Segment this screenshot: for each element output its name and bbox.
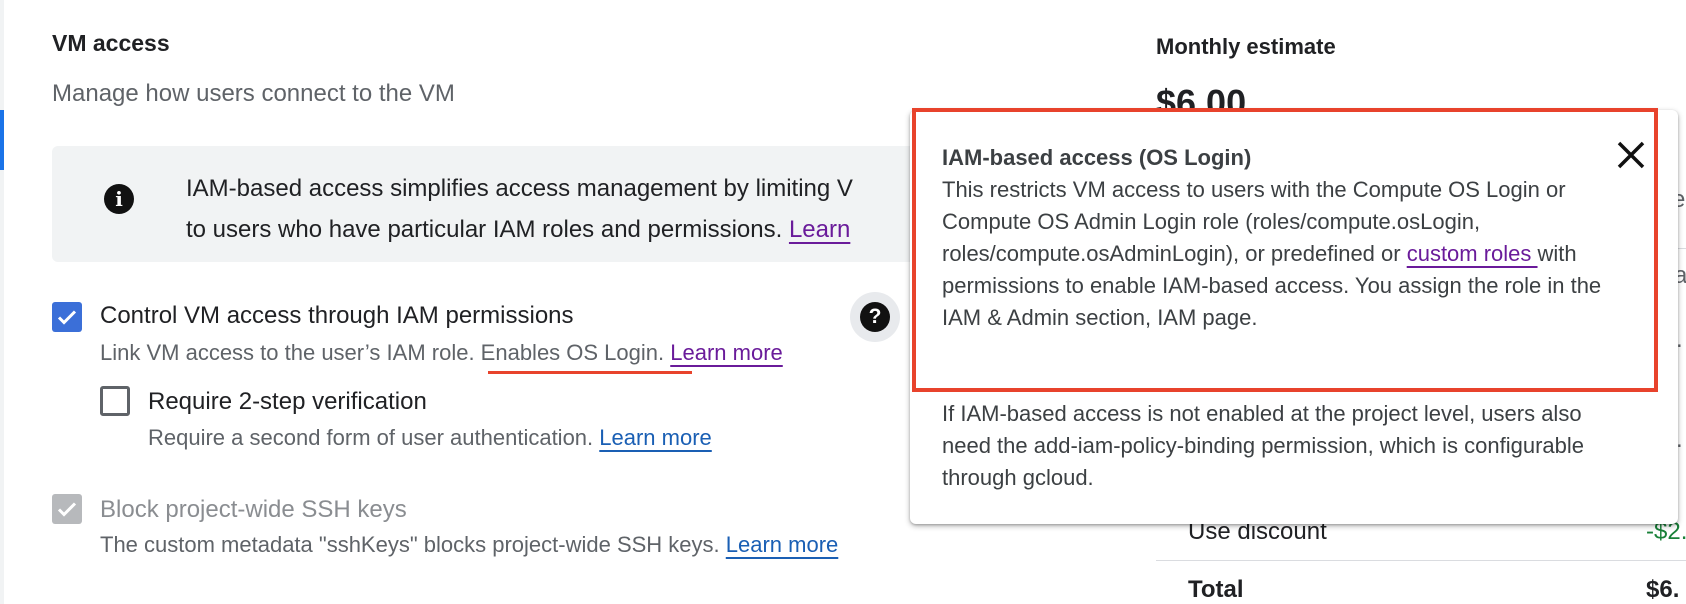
- tooltip-para2: If IAM-based access is not enabled at th…: [942, 401, 1585, 490]
- two-step-learn-more-link[interactable]: Learn more: [599, 425, 712, 450]
- tooltip-para1: IAM-based access (OS Login) This restric…: [942, 142, 1612, 334]
- info-banner-text: IAM-based access simplifies access manag…: [186, 168, 946, 250]
- iam-access-checkbox[interactable]: [52, 302, 82, 332]
- two-step-desc-text: Require a second form of user authentica…: [148, 425, 600, 450]
- iam-access-description: Link VM access to the user’s IAM role. E…: [100, 340, 783, 366]
- info-icon: i: [104, 184, 134, 214]
- total-label: Total: [1188, 576, 1244, 603]
- two-step-label[interactable]: Require 2-step verification: [148, 388, 427, 416]
- question-mark-icon: ?: [860, 302, 890, 332]
- two-step-checkbox[interactable]: [100, 386, 130, 416]
- block-ssh-learn-more-link[interactable]: Learn more: [726, 532, 839, 557]
- tooltip-title: IAM-based access (OS Login): [942, 145, 1252, 170]
- two-step-description: Require a second form of user authentica…: [148, 425, 712, 451]
- checkmark-icon: [57, 310, 77, 325]
- block-ssh-keys-checkbox: [52, 494, 82, 524]
- iam-access-desc-text: Link VM access to the user’s IAM role. E…: [100, 340, 671, 365]
- help-button[interactable]: ?: [850, 292, 900, 342]
- info-banner-learn-link[interactable]: Learn: [789, 216, 850, 243]
- section-subtitle: Manage how users connect to the VM: [52, 80, 455, 107]
- block-ssh-keys-description: The custom metadata "sshKeys" blocks pro…: [100, 532, 838, 558]
- info-banner-line2: to users who have particular IAM roles a…: [186, 216, 789, 243]
- iam-access-learn-more-link[interactable]: Learn more: [670, 340, 783, 365]
- checkmark-icon: [57, 502, 77, 517]
- info-banner-line1: IAM-based access simplifies access manag…: [186, 175, 853, 202]
- block-ssh-desc-text: The custom metadata "sshKeys" blocks pro…: [100, 532, 726, 557]
- section-title: VM access: [52, 30, 170, 56]
- annotation-underline: [488, 371, 692, 374]
- close-icon[interactable]: [1614, 138, 1648, 172]
- estimate-title: Monthly estimate: [1156, 34, 1336, 59]
- left-nav-rail: [0, 0, 4, 604]
- custom-roles-link[interactable]: custom roles: [1407, 241, 1538, 266]
- iam-access-label[interactable]: Control VM access through IAM permission…: [100, 302, 574, 330]
- left-nav-active-indicator: [0, 110, 4, 170]
- total-divider: [1156, 560, 1686, 561]
- total-value: $6.: [1646, 576, 1680, 603]
- block-ssh-keys-label: Block project-wide SSH keys: [100, 496, 407, 523]
